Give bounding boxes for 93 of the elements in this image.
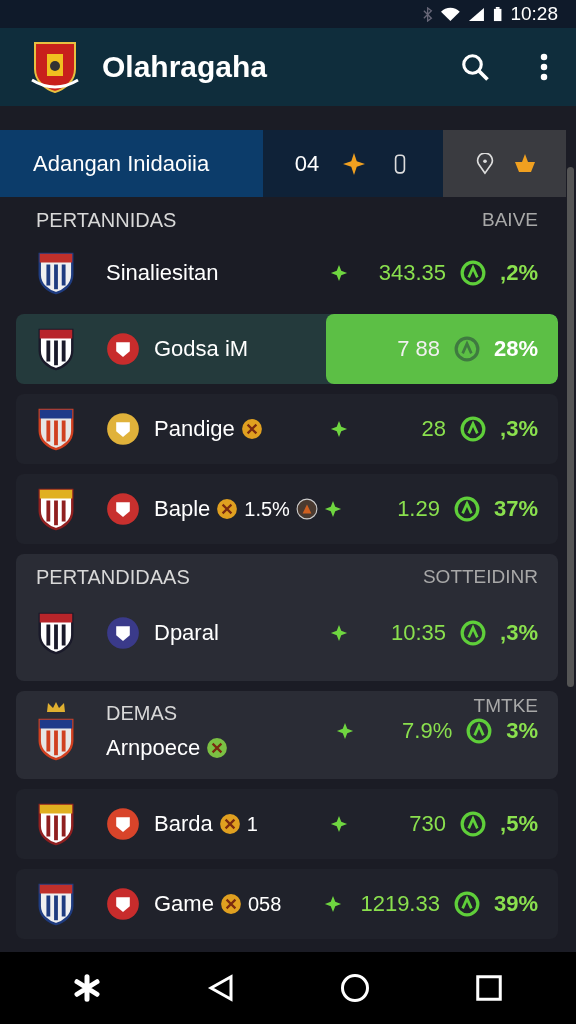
- list-row[interactable]: Barda 1 730 ,5%: [16, 789, 558, 859]
- badge-icon: [219, 893, 242, 915]
- trend-icon: [460, 620, 487, 646]
- team-name: Barda: [154, 811, 213, 837]
- badge-icon: [206, 736, 229, 759]
- section-title: DEMAS: [106, 701, 179, 725]
- scrollbar[interactable]: [567, 167, 574, 687]
- badge-icon: [295, 498, 318, 520]
- crest-icon: [36, 802, 76, 846]
- crest-icon: [36, 327, 76, 371]
- tab-count: 04: [294, 150, 320, 177]
- section-title: PERTANDIDAAS: [36, 566, 190, 589]
- signal-icon: [468, 6, 486, 22]
- club-logo-icon: [106, 492, 140, 526]
- value-text: 730: [408, 811, 447, 837]
- stat-text: 1.5%: [244, 497, 290, 521]
- value-text: 1.29: [396, 496, 440, 522]
- crown-icon: [46, 701, 66, 713]
- change-text: ,3%: [500, 416, 538, 442]
- trend-icon: [460, 260, 487, 286]
- list-row[interactable]: Godsa iM 7 88 28%: [16, 314, 558, 384]
- club-logo-icon: [106, 332, 140, 366]
- back-icon[interactable]: [206, 973, 236, 1003]
- value-text: 343.35: [377, 260, 447, 286]
- value-text: 10:35: [390, 620, 447, 646]
- crest-icon: [36, 611, 76, 655]
- change-text: ,3%: [500, 620, 538, 646]
- team-name: Pandige: [154, 416, 235, 442]
- battery-icon: [493, 6, 503, 22]
- sparkle-icon: [330, 624, 349, 642]
- change-text: 3%: [506, 718, 538, 744]
- crest-icon: [36, 882, 76, 926]
- list-row[interactable]: Pandige 28 ,3%: [16, 394, 558, 464]
- team-name: Arnpoece: [106, 734, 201, 761]
- change-text: 39%: [493, 891, 538, 917]
- home-icon[interactable]: [340, 973, 370, 1003]
- value-text: 7.9%: [401, 718, 453, 744]
- sparkle-icon: [323, 895, 342, 913]
- trend-icon: [460, 811, 487, 837]
- list-row[interactable]: Baple 1.5% 1.29 37%: [16, 474, 558, 544]
- sparkle-icon: [323, 500, 342, 518]
- crest-logo: [30, 40, 80, 94]
- change-text: ,5%: [500, 811, 538, 837]
- more-icon[interactable]: [538, 52, 550, 82]
- club-logo-icon: [106, 616, 140, 650]
- stat-text: 1: [246, 812, 258, 836]
- value-text: 28: [420, 416, 447, 442]
- search-icon[interactable]: [460, 52, 490, 82]
- badge-icon: [240, 418, 263, 440]
- club-logo-icon: [106, 412, 140, 446]
- value-text: 1219.33: [359, 891, 440, 917]
- stat-text: 058: [247, 892, 282, 916]
- section-label: SOTTEIDINR: [422, 566, 538, 589]
- crest-icon: [36, 717, 76, 761]
- crest-icon: [36, 407, 76, 451]
- team-name: Godsa iM: [154, 336, 249, 362]
- change-text: 37%: [493, 496, 538, 522]
- club-logo-icon: [106, 807, 140, 841]
- crest-icon: [36, 251, 76, 295]
- section-title: PERTANNIDAS: [36, 209, 177, 232]
- trend-icon: [466, 718, 493, 744]
- sparkle-icon: [330, 264, 349, 282]
- club-logo-icon: [106, 887, 140, 921]
- wifi-icon: [441, 6, 461, 22]
- tab[interactable]: Adangan Inidaoiia: [0, 130, 263, 197]
- tab[interactable]: 04: [263, 130, 443, 197]
- team-name: Game: [154, 891, 214, 917]
- sparkle-icon: [336, 722, 355, 740]
- sparkle-icon: [330, 420, 349, 438]
- list-row[interactable]: Game 058 1219.33 39%: [16, 869, 558, 939]
- section-label: TMTKE: [473, 695, 538, 717]
- section-label: BAIVE: [482, 209, 538, 232]
- value-text: 7 88: [396, 336, 440, 362]
- sparkle-icon: [330, 815, 349, 833]
- asterisk-icon[interactable]: [72, 973, 102, 1003]
- recents-icon[interactable]: [474, 973, 504, 1003]
- trend-icon: [453, 891, 480, 917]
- bluetooth-icon: [422, 6, 434, 22]
- tab[interactable]: [443, 130, 566, 197]
- badge-icon: [218, 813, 241, 835]
- clock: 10:28: [510, 3, 558, 25]
- team-name: Baple: [154, 496, 211, 522]
- badge-icon: [216, 498, 239, 520]
- change-text: ,2%: [500, 260, 538, 286]
- sparkle-icon: [343, 152, 366, 175]
- trend-icon: [453, 336, 480, 362]
- team-name: Sinaliesitan: [106, 260, 219, 286]
- change-text: 28%: [493, 336, 538, 362]
- team-name: Dparal: [154, 620, 219, 646]
- crest-icon: [36, 487, 76, 531]
- app-title: Olahragaha: [102, 50, 268, 84]
- trend-icon: [453, 496, 480, 522]
- trend-icon: [460, 416, 487, 442]
